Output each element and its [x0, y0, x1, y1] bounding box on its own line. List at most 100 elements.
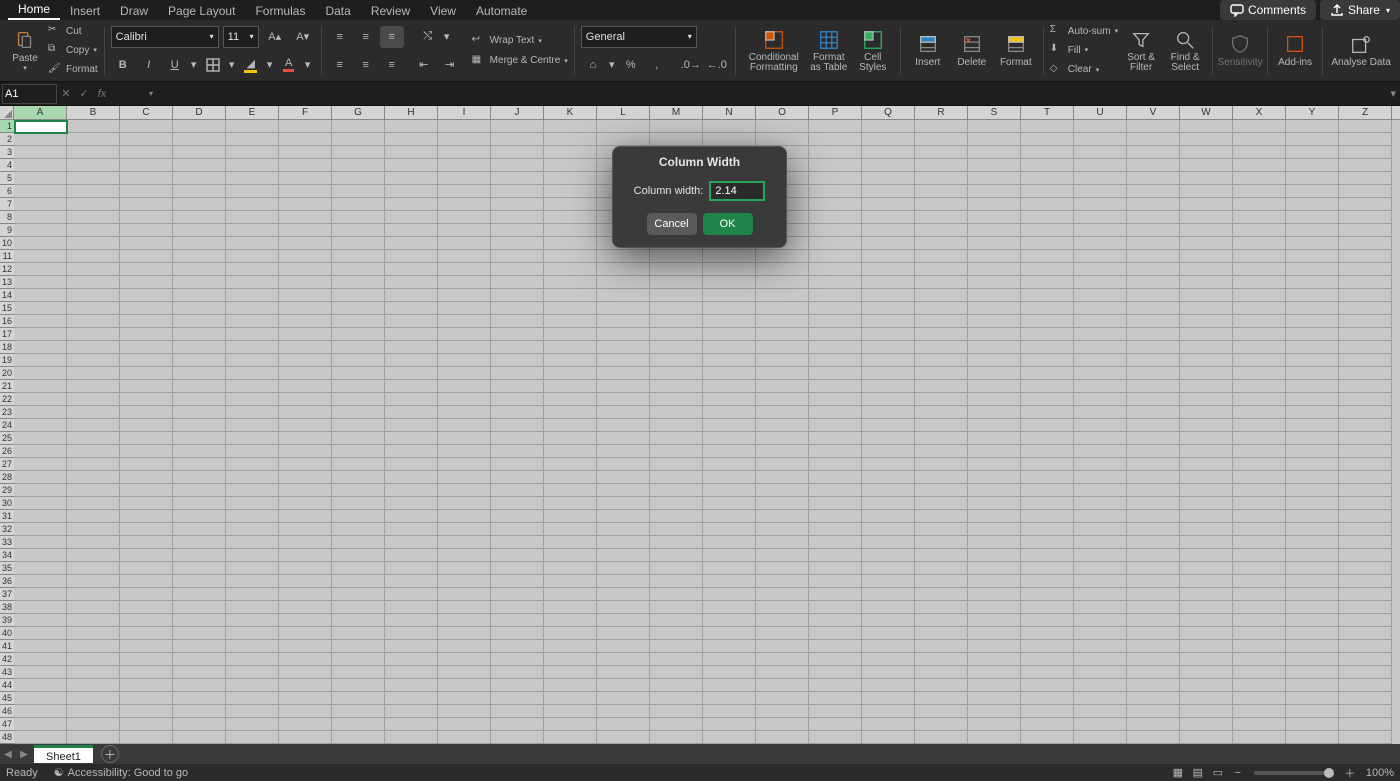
clear-button[interactable]: ◇ Clear ▾: [1050, 61, 1118, 78]
row-header[interactable]: 15: [0, 302, 14, 315]
cell[interactable]: [226, 731, 279, 744]
cell[interactable]: [1074, 640, 1127, 653]
cell[interactable]: [809, 263, 862, 276]
cell[interactable]: [915, 601, 968, 614]
cell[interactable]: [1074, 185, 1127, 198]
cell[interactable]: [279, 471, 332, 484]
cell[interactable]: [597, 263, 650, 276]
cell[interactable]: [968, 562, 1021, 575]
cell[interactable]: [1074, 250, 1127, 263]
cell[interactable]: [1021, 380, 1074, 393]
cell[interactable]: [385, 120, 438, 133]
cell[interactable]: [491, 120, 544, 133]
cell[interactable]: [279, 614, 332, 627]
cell[interactable]: [1127, 679, 1180, 692]
cell[interactable]: [226, 484, 279, 497]
cell[interactable]: [120, 367, 173, 380]
cell[interactable]: [650, 419, 703, 432]
row-header[interactable]: 6: [0, 185, 14, 198]
cell[interactable]: [1180, 588, 1233, 601]
cell[interactable]: [1339, 562, 1392, 575]
cell[interactable]: [173, 640, 226, 653]
cell[interactable]: [279, 302, 332, 315]
cell[interactable]: [332, 198, 385, 211]
cell[interactable]: [544, 445, 597, 458]
row-header[interactable]: 25: [0, 432, 14, 445]
cell[interactable]: [226, 666, 279, 679]
cell[interactable]: [703, 653, 756, 666]
cell[interactable]: [597, 458, 650, 471]
cell[interactable]: [332, 172, 385, 185]
cell[interactable]: [1074, 419, 1127, 432]
cell[interactable]: [1233, 159, 1286, 172]
cell[interactable]: [968, 653, 1021, 666]
cell[interactable]: [491, 627, 544, 640]
cell[interactable]: [226, 354, 279, 367]
cell[interactable]: [120, 666, 173, 679]
cell[interactable]: [1339, 627, 1392, 640]
cell[interactable]: [597, 354, 650, 367]
cell[interactable]: [173, 133, 226, 146]
cell[interactable]: [650, 263, 703, 276]
cell[interactable]: [1286, 627, 1339, 640]
cell[interactable]: [1074, 575, 1127, 588]
cell[interactable]: [385, 666, 438, 679]
cell[interactable]: [67, 185, 120, 198]
cell[interactable]: [915, 445, 968, 458]
cell[interactable]: [1339, 172, 1392, 185]
sheet-nav-next[interactable]: ▶: [16, 749, 32, 760]
cell[interactable]: [703, 315, 756, 328]
cell[interactable]: [1233, 354, 1286, 367]
cell[interactable]: [650, 523, 703, 536]
cell[interactable]: [1233, 328, 1286, 341]
cell[interactable]: [968, 510, 1021, 523]
cell[interactable]: [385, 237, 438, 250]
cell[interactable]: [438, 341, 491, 354]
cell[interactable]: [544, 523, 597, 536]
cell[interactable]: [14, 627, 67, 640]
cell[interactable]: [1021, 328, 1074, 341]
cell[interactable]: [809, 627, 862, 640]
cell[interactable]: [1180, 718, 1233, 731]
cell[interactable]: [385, 198, 438, 211]
autosum-button[interactable]: Σ Auto-sum ▾: [1050, 23, 1118, 40]
cell[interactable]: [1021, 432, 1074, 445]
cell[interactable]: [1339, 484, 1392, 497]
cell[interactable]: [173, 237, 226, 250]
row-header[interactable]: 28: [0, 471, 14, 484]
cell[interactable]: [1180, 536, 1233, 549]
cell[interactable]: [544, 341, 597, 354]
cell[interactable]: [862, 276, 915, 289]
cell[interactable]: [1127, 523, 1180, 536]
row-header[interactable]: 45: [0, 692, 14, 705]
cell[interactable]: [809, 575, 862, 588]
cell[interactable]: [14, 302, 67, 315]
cell[interactable]: [67, 120, 120, 133]
cell[interactable]: [385, 159, 438, 172]
cell[interactable]: [438, 692, 491, 705]
cell[interactable]: [1180, 367, 1233, 380]
cell[interactable]: [14, 445, 67, 458]
cell[interactable]: [1074, 510, 1127, 523]
row-header[interactable]: 34: [0, 549, 14, 562]
cell[interactable]: [862, 250, 915, 263]
cell[interactable]: [438, 432, 491, 445]
cell[interactable]: [703, 133, 756, 146]
cell[interactable]: [1233, 289, 1286, 302]
cell[interactable]: [67, 471, 120, 484]
cell[interactable]: [1339, 328, 1392, 341]
cell[interactable]: [597, 601, 650, 614]
row-header[interactable]: 2: [0, 133, 14, 146]
cell[interactable]: [1233, 458, 1286, 471]
cell[interactable]: [809, 198, 862, 211]
cell[interactable]: [491, 419, 544, 432]
cell[interactable]: [438, 523, 491, 536]
cell[interactable]: [809, 588, 862, 601]
cell[interactable]: [1180, 302, 1233, 315]
cell[interactable]: [1286, 224, 1339, 237]
cell[interactable]: [1233, 224, 1286, 237]
cell[interactable]: [14, 393, 67, 406]
cell[interactable]: [1286, 614, 1339, 627]
cell[interactable]: [279, 159, 332, 172]
cell[interactable]: [1127, 588, 1180, 601]
